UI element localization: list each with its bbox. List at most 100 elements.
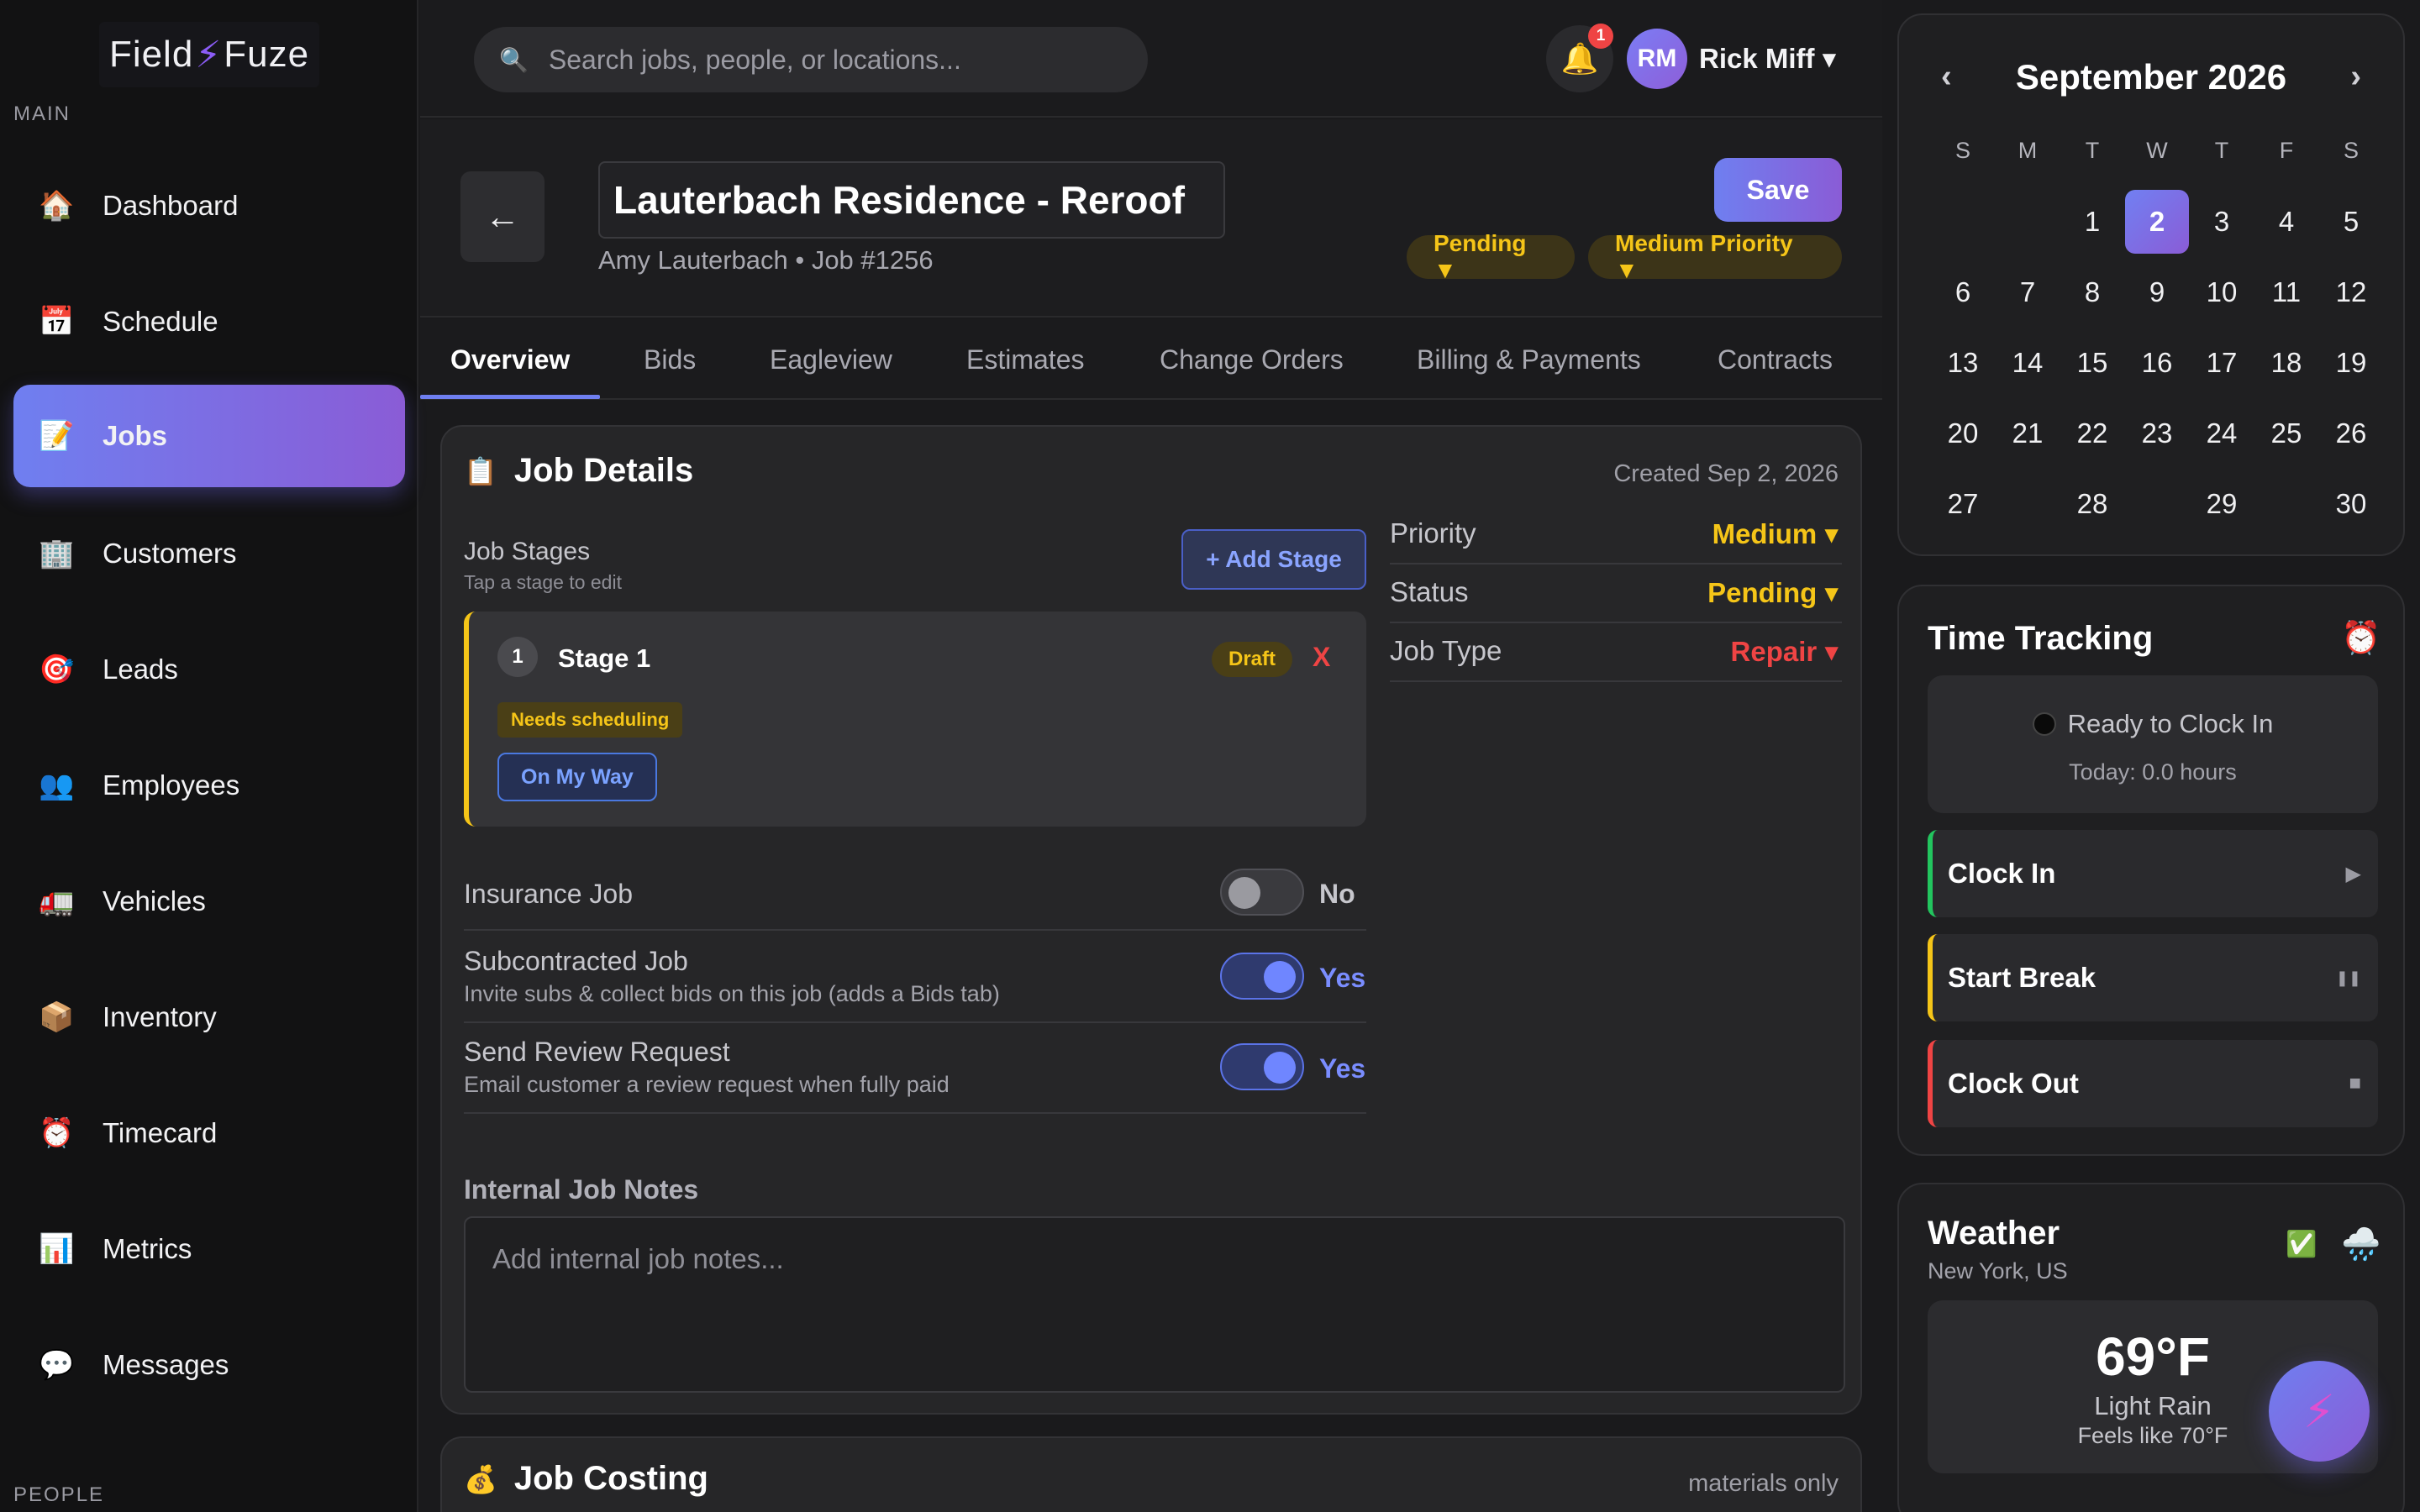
calendar-day[interactable]: 12 xyxy=(2319,260,2383,324)
calendar-day[interactable]: 5 xyxy=(2319,190,2383,254)
job-title-input[interactable]: Lauterbach Residence - Reroof xyxy=(598,161,1225,239)
priority-dropdown[interactable]: Medium Priority ▼ xyxy=(1588,230,1842,283)
tab-overview[interactable]: Overview xyxy=(450,344,570,375)
review-request-label: Send Review Request xyxy=(464,1037,730,1067)
check-icon[interactable]: ✅ xyxy=(2286,1230,2317,1259)
tab-billing-payments[interactable]: Billing & Payments xyxy=(1417,344,1641,375)
on-my-way-button[interactable]: On My Way xyxy=(497,753,657,801)
avatar[interactable]: RM xyxy=(1627,29,1687,89)
calendar-day[interactable]: 6 xyxy=(1931,260,1995,324)
insurance-job-toggle[interactable] xyxy=(1220,869,1304,916)
chevron-right-icon[interactable]: › xyxy=(2350,59,2361,95)
status-dropdown[interactable]: Pending ▼ xyxy=(1407,230,1575,283)
calendar-day[interactable]: 2 xyxy=(2125,190,2189,254)
calendar-day[interactable]: 19 xyxy=(2319,331,2383,395)
user-menu-button[interactable]: Rick Miff ▾ xyxy=(1699,42,1836,75)
calendar-day[interactable]: 3 xyxy=(2190,190,2254,254)
calendar-day[interactable]: 1 xyxy=(2060,190,2124,254)
calendar-day[interactable]: 30 xyxy=(2319,472,2383,536)
subcontracted-job-toggle[interactable] xyxy=(1220,953,1304,1000)
logo-text-right: Fuze xyxy=(224,34,310,75)
internal-notes-textarea[interactable]: Add internal job notes... xyxy=(464,1216,1845,1393)
stage-card[interactable]: 1 Stage 1 Draft X Needs scheduling On My… xyxy=(464,612,1366,827)
calendar-day[interactable]: 17 xyxy=(2190,331,2254,395)
priority-select[interactable]: Medium ▾ xyxy=(1712,517,1839,550)
calendar-day[interactable]: 11 xyxy=(2254,260,2318,324)
sidebar-item-jobs[interactable]: 📝 Jobs xyxy=(13,385,405,487)
bar-chart-icon: 📊 xyxy=(39,1233,75,1265)
logo-text-left: Field xyxy=(108,34,194,75)
clipboard-icon: 📋 xyxy=(464,455,497,486)
sidebar-item-messages[interactable]: 💬 Messages xyxy=(13,1314,405,1416)
clock-status-panel: Ready to Clock In Today: 0.0 hours xyxy=(1928,675,2378,813)
calendar-weekday-label: M xyxy=(2018,138,2038,163)
clock-out-button[interactable]: Clock Out ■ xyxy=(1928,1040,2378,1127)
calendar-day[interactable]: 15 xyxy=(2060,331,2124,395)
toggle-knob xyxy=(1264,961,1296,993)
clock-in-label: Clock In xyxy=(1948,858,2056,889)
calendar-day[interactable]: 23 xyxy=(2125,402,2189,465)
memo-icon: 📝 xyxy=(39,420,75,452)
calendar-weekday-label: S xyxy=(2343,138,2359,163)
sidebar-item-label: Messages xyxy=(103,1349,229,1380)
sidebar-item-label: Vehicles xyxy=(103,885,206,916)
sidebar-item-customers[interactable]: 🏢 Customers xyxy=(13,502,405,605)
pause-icon: ❚❚ xyxy=(2335,969,2361,986)
sidebar-item-vehicles[interactable]: 🚛 Vehicles xyxy=(13,850,405,953)
app-logo[interactable]: Field ⚡ Fuze xyxy=(99,22,319,87)
job-stages-label: Job Stages xyxy=(464,538,591,565)
tab-estimates[interactable]: Estimates xyxy=(966,344,1084,375)
alarm-clock-icon: ⏰ xyxy=(39,1117,75,1149)
top-bar: 🔍 Search jobs, people, or locations... 🔔… xyxy=(420,0,1882,118)
status-label: Status xyxy=(1390,576,1469,607)
quick-action-button[interactable]: ⚡ xyxy=(2269,1361,2370,1462)
sidebar-item-employees[interactable]: 👥 Employees xyxy=(13,734,405,837)
calendar-weekday-label: S xyxy=(1954,138,1970,163)
notification-count-badge: 1 xyxy=(1588,24,1613,49)
job-type-select[interactable]: Repair ▾ xyxy=(1731,635,1839,668)
weather-location: New York, US xyxy=(1928,1258,2068,1284)
calendar-day[interactable]: 24 xyxy=(2190,402,2254,465)
sidebar-item-schedule[interactable]: 📅 Schedule xyxy=(13,270,405,373)
section-label-people: PEOPLE xyxy=(13,1483,105,1506)
sidebar-item-timecard[interactable]: ⏰ Timecard xyxy=(13,1082,405,1184)
calendar-day[interactable]: 26 xyxy=(2319,402,2383,465)
add-stage-button[interactable]: + Add Stage xyxy=(1181,529,1366,590)
calendar-day[interactable]: 25 xyxy=(2254,402,2318,465)
start-break-button[interactable]: Start Break ❚❚ xyxy=(1928,934,2378,1021)
status-select[interactable]: Pending ▾ xyxy=(1707,576,1839,609)
time-tracking-widget: Time Tracking ⏰ Ready to Clock In Today:… xyxy=(1897,585,2405,1156)
clock-in-button[interactable]: Clock In ▶ xyxy=(1928,830,2378,917)
calendar-day[interactable]: 28 xyxy=(2060,472,2124,536)
remove-stage-button[interactable]: X xyxy=(1313,642,1330,673)
review-request-toggle[interactable] xyxy=(1220,1043,1304,1090)
calendar-day[interactable]: 16 xyxy=(2125,331,2189,395)
sidebar-item-metrics[interactable]: 📊 Metrics xyxy=(13,1198,405,1300)
job-details-card: 📋 Job Details Created Sep 2, 2026 Job St… xyxy=(440,425,1862,1415)
calendar-day[interactable]: 4 xyxy=(2254,190,2318,254)
calendar-day[interactable]: 27 xyxy=(1931,472,1995,536)
calendar-day[interactable]: 10 xyxy=(2190,260,2254,324)
back-button[interactable]: ← xyxy=(460,171,544,262)
calendar-day[interactable]: 22 xyxy=(2060,402,2124,465)
job-costing-note: materials only xyxy=(1688,1470,1839,1497)
sidebar-item-dashboard[interactable]: 🏠 Dashboard xyxy=(13,155,405,257)
calendar-day[interactable]: 8 xyxy=(2060,260,2124,324)
calendar-day[interactable]: 20 xyxy=(1931,402,1995,465)
calendar-day[interactable]: 21 xyxy=(1996,402,2060,465)
sidebar-item-inventory[interactable]: 📦 Inventory xyxy=(13,966,405,1068)
tab-eagleview[interactable]: Eagleview xyxy=(770,344,892,375)
calendar-day[interactable]: 13 xyxy=(1931,331,1995,395)
calendar-day[interactable]: 18 xyxy=(2254,331,2318,395)
tab-bids[interactable]: Bids xyxy=(644,344,696,375)
sidebar-item-label: Timecard xyxy=(103,1117,218,1148)
calendar-day[interactable]: 9 xyxy=(2125,260,2189,324)
sidebar-item-leads[interactable]: 🎯 Leads xyxy=(13,618,405,721)
calendar-day[interactable]: 14 xyxy=(1996,331,2060,395)
search-input[interactable]: 🔍 Search jobs, people, or locations... xyxy=(474,27,1148,92)
tab-change-orders[interactable]: Change Orders xyxy=(1160,344,1344,375)
save-button[interactable]: Save xyxy=(1714,158,1842,222)
calendar-day[interactable]: 29 xyxy=(2190,472,2254,536)
calendar-day[interactable]: 7 xyxy=(1996,260,2060,324)
tab-contracts[interactable]: Contracts xyxy=(1718,344,1833,375)
